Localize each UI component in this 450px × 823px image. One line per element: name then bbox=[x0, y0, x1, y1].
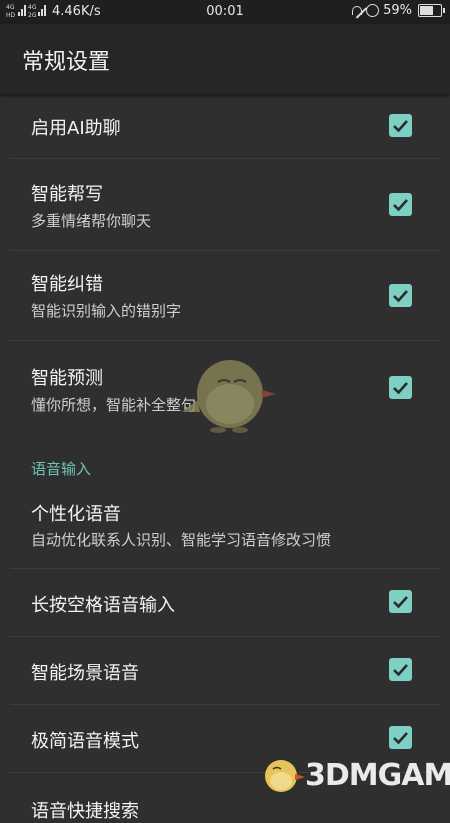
ai-chat-checkbox[interactable] bbox=[389, 114, 412, 137]
setting-label: 智能场景语音 bbox=[31, 663, 139, 684]
smart-correct-checkbox[interactable] bbox=[389, 284, 412, 307]
setting-description: 懂你所想，智能补全整句 bbox=[31, 396, 197, 414]
setting-description: 多重情绪帮你聊天 bbox=[31, 212, 152, 230]
setting-label: 智能预测 bbox=[31, 368, 103, 389]
check-icon bbox=[393, 664, 408, 677]
setting-label: 启用AI助聊 bbox=[31, 118, 121, 139]
smart-write-checkbox[interactable] bbox=[389, 193, 412, 216]
page-title: 常规设置 bbox=[22, 50, 111, 75]
setting-description: 自动优化联系人识别、智能学习语音修改习惯 bbox=[31, 531, 332, 549]
battery-percent: 59% bbox=[383, 3, 412, 18]
check-icon bbox=[393, 290, 408, 303]
status-bar: 4G HD 4G 2G 4.46K/s 00:01 59% bbox=[0, 0, 450, 24]
setting-label: 长按空格语音输入 bbox=[31, 595, 175, 616]
setting-label: 极简语音模式 bbox=[31, 731, 139, 752]
setting-label: 语音快捷搜索 bbox=[31, 801, 139, 822]
setting-long-press-space[interactable]: 长按空格语音输入 bbox=[0, 569, 450, 636]
check-icon bbox=[393, 382, 408, 395]
alarm-icon bbox=[366, 4, 380, 17]
mute-bell-icon bbox=[350, 5, 363, 17]
setting-personalized-voice[interactable]: 个性化语音 自动优化联系人识别、智能学习语音修改习惯 bbox=[0, 484, 450, 568]
check-icon bbox=[393, 596, 408, 609]
check-icon bbox=[393, 732, 408, 745]
long-press-space-checkbox[interactable] bbox=[389, 590, 412, 613]
setting-smart-write[interactable]: 智能帮写 多重情绪帮你聊天 bbox=[0, 159, 450, 250]
setting-ai-chat[interactable]: 启用AI助聊 bbox=[0, 94, 450, 158]
minimal-voice-mode-checkbox[interactable] bbox=[389, 726, 412, 749]
setting-smart-correct[interactable]: 智能纠错 智能识别输入的错别字 bbox=[0, 251, 450, 340]
section-header-voice: 语音输入 bbox=[31, 460, 92, 478]
mascot-watermark-icon bbox=[182, 360, 276, 433]
setting-description: 智能识别输入的错别字 bbox=[31, 302, 182, 320]
setting-scene-voice[interactable]: 智能场景语音 bbox=[0, 637, 450, 704]
app-bar: 常规设置 bbox=[0, 24, 450, 94]
setting-label: 个性化语音 bbox=[31, 504, 121, 525]
status-right: 59% bbox=[350, 3, 445, 18]
setting-label: 智能纠错 bbox=[31, 274, 103, 295]
battery-icon bbox=[418, 4, 445, 17]
scene-voice-checkbox[interactable] bbox=[389, 658, 412, 681]
watermark-text: 3DMGAME bbox=[305, 758, 450, 793]
check-icon bbox=[393, 120, 408, 133]
smart-predict-checkbox[interactable] bbox=[389, 376, 412, 399]
check-icon bbox=[393, 199, 408, 212]
setting-label: 智能帮写 bbox=[31, 184, 103, 205]
